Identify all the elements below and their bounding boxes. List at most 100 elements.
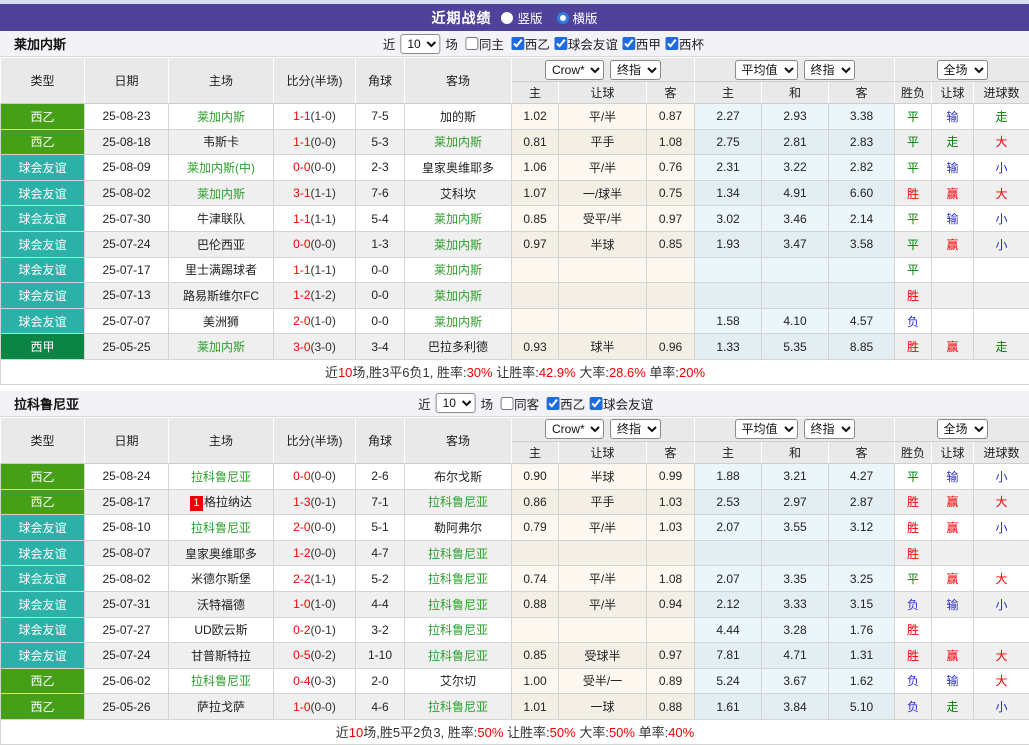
score-cell: 2-0(1-0)	[274, 308, 356, 334]
away-team-link[interactable]: 拉科鲁尼亚	[428, 547, 488, 561]
summary-segment: 28.6%	[609, 365, 646, 380]
fulltime-score: 1-1	[293, 212, 310, 226]
final-odds-select[interactable]: 终指	[610, 419, 661, 439]
home-team-link[interactable]: 美洲狮	[203, 315, 239, 329]
away-team-link[interactable]: 莱加内斯	[434, 315, 482, 329]
sub-avg-home: 主	[695, 441, 762, 463]
fulltime-score: 3-0	[293, 340, 310, 354]
league-filter[interactable]: 西乙	[542, 394, 585, 413]
league-checkbox[interactable]	[511, 37, 524, 50]
home-team-link[interactable]: 甘普斯特拉	[191, 649, 251, 663]
away-team-link[interactable]: 拉科鲁尼亚	[428, 572, 488, 586]
radio-selected-icon[interactable]	[557, 12, 569, 24]
home-team-link[interactable]: 巴伦西亚	[197, 238, 245, 252]
home-team-link[interactable]: 莱加内斯(中)	[187, 161, 255, 175]
average-select[interactable]: 平均值	[735, 60, 798, 80]
league-checkbox[interactable]	[554, 37, 567, 50]
away-team-link[interactable]: 莱加内斯	[434, 289, 482, 303]
home-team-link[interactable]: 韦斯卡	[203, 135, 239, 149]
games-count-select[interactable]: 10	[436, 393, 476, 413]
away-team-link[interactable]: 拉科鲁尼亚	[428, 649, 488, 663]
home-team-cell: 里士满踢球者	[169, 257, 274, 283]
league-badge: 西乙	[1, 129, 85, 155]
home-team-link[interactable]: 皇家奥维耶多	[185, 547, 257, 561]
away-team-cell: 拉科鲁尼亚	[405, 643, 512, 669]
away-team-link[interactable]: 莱加内斯	[434, 238, 482, 252]
league-filter[interactable]: 球会友谊	[550, 34, 618, 53]
match-date: 25-07-07	[85, 308, 169, 334]
league-filter[interactable]: 球会友谊	[585, 394, 653, 413]
same-venue-filter[interactable]: 同主	[461, 34, 504, 53]
home-team-link[interactable]: 牛津联队	[197, 212, 245, 226]
table-row: 西乙25-08-23莱加内斯1-1(1-0)7-5加的斯1.02平/半0.872…	[1, 104, 1029, 130]
away-team-link[interactable]: 艾科坎	[440, 187, 476, 201]
away-team-link[interactable]: 皇家奥维耶多	[422, 161, 494, 175]
full-match-select[interactable]: 全场	[937, 419, 988, 439]
same-venue-checkbox[interactable]	[500, 397, 513, 410]
average-select[interactable]: 平均值	[735, 419, 798, 439]
home-team-link[interactable]: 格拉纳达	[204, 495, 252, 509]
final-odds-select[interactable]: 终指	[610, 60, 661, 80]
away-team-link[interactable]: 莱加内斯	[434, 263, 482, 277]
home-team-link[interactable]: UD欧云斯	[194, 623, 247, 637]
home-team-link[interactable]: 莱加内斯	[197, 187, 245, 201]
radio-horizontal-layout[interactable]: 横版	[557, 8, 598, 27]
final-odds-select-2[interactable]: 终指	[804, 419, 855, 439]
away-team-link[interactable]: 勒阿弗尔	[434, 521, 482, 535]
home-team-link[interactable]: 拉科鲁尼亚	[191, 674, 251, 688]
league-checkbox[interactable]	[665, 37, 678, 50]
away-team-cell: 拉科鲁尼亚	[405, 540, 512, 566]
radio-vertical-layout[interactable]: 竖版	[501, 8, 542, 27]
away-team-link[interactable]: 巴拉多利德	[428, 340, 488, 354]
away-team-link[interactable]: 拉科鲁尼亚	[428, 623, 488, 637]
avg-draw-odds: 3.35	[762, 566, 829, 592]
same-venue-filter[interactable]: 同客	[496, 394, 539, 413]
radio-unselected-icon[interactable]	[501, 12, 513, 24]
games-count-select[interactable]: 10	[400, 34, 440, 54]
avg-home-odds: 2.07	[695, 515, 762, 541]
avg-draw-odds: 3.21	[762, 463, 829, 489]
home-team-link[interactable]: 沃特福德	[197, 598, 245, 612]
home-team-link[interactable]: 莱加内斯	[197, 340, 245, 354]
home-team-link[interactable]: 拉科鲁尼亚	[191, 470, 251, 484]
away-team-link[interactable]: 莱加内斯	[434, 212, 482, 226]
away-team-link[interactable]: 拉科鲁尼亚	[428, 598, 488, 612]
final-odds-select-2[interactable]: 终指	[804, 60, 855, 80]
league-filter[interactable]: 西杯	[661, 34, 704, 53]
league-badge: 球会友谊	[1, 566, 85, 592]
away-odds: 0.88	[647, 694, 695, 720]
league-checkbox[interactable]	[589, 397, 602, 410]
home-team-link[interactable]: 路易斯维尔FC	[183, 289, 259, 303]
league-filter[interactable]: 西乙	[507, 34, 550, 53]
away-team-link[interactable]: 艾尔切	[440, 674, 476, 688]
handicap-result: 赢	[932, 180, 974, 206]
avg-draw-odds: 2.97	[762, 489, 829, 515]
away-team-link[interactable]: 拉科鲁尼亚	[428, 495, 488, 509]
away-team-link[interactable]: 拉科鲁尼亚	[428, 700, 488, 714]
league-badge: 球会友谊	[1, 308, 85, 334]
home-team-link[interactable]: 米德尔斯堡	[191, 572, 251, 586]
bookmaker-select[interactable]: Crow*	[545, 419, 604, 439]
away-team-link[interactable]: 布尔戈斯	[434, 470, 482, 484]
match-date: 25-05-26	[85, 694, 169, 720]
league-checkbox[interactable]	[546, 397, 559, 410]
away-team-link[interactable]: 加的斯	[440, 110, 476, 124]
home-team-cell: 韦斯卡	[169, 129, 274, 155]
away-team-link[interactable]: 莱加内斯	[434, 135, 482, 149]
avg-draw-odds: 3.47	[762, 231, 829, 257]
full-match-select[interactable]: 全场	[937, 60, 988, 80]
corner-count: 4-6	[356, 694, 405, 720]
handicap-result: 输	[932, 463, 974, 489]
league-filter[interactable]: 西甲	[618, 34, 661, 53]
match-date: 25-07-27	[85, 617, 169, 643]
home-team-link[interactable]: 里士满踢球者	[185, 263, 257, 277]
home-team-link[interactable]: 莱加内斯	[197, 110, 245, 124]
home-team-link[interactable]: 萨拉戈萨	[197, 700, 245, 714]
away-odds: 1.08	[647, 129, 695, 155]
home-team-link[interactable]: 拉科鲁尼亚	[191, 521, 251, 535]
same-venue-checkbox[interactable]	[465, 37, 478, 50]
sub-handicap: 让球	[559, 441, 647, 463]
avg-draw-odds: 3.46	[762, 206, 829, 232]
league-checkbox[interactable]	[622, 37, 635, 50]
bookmaker-select[interactable]: Crow*	[545, 60, 604, 80]
